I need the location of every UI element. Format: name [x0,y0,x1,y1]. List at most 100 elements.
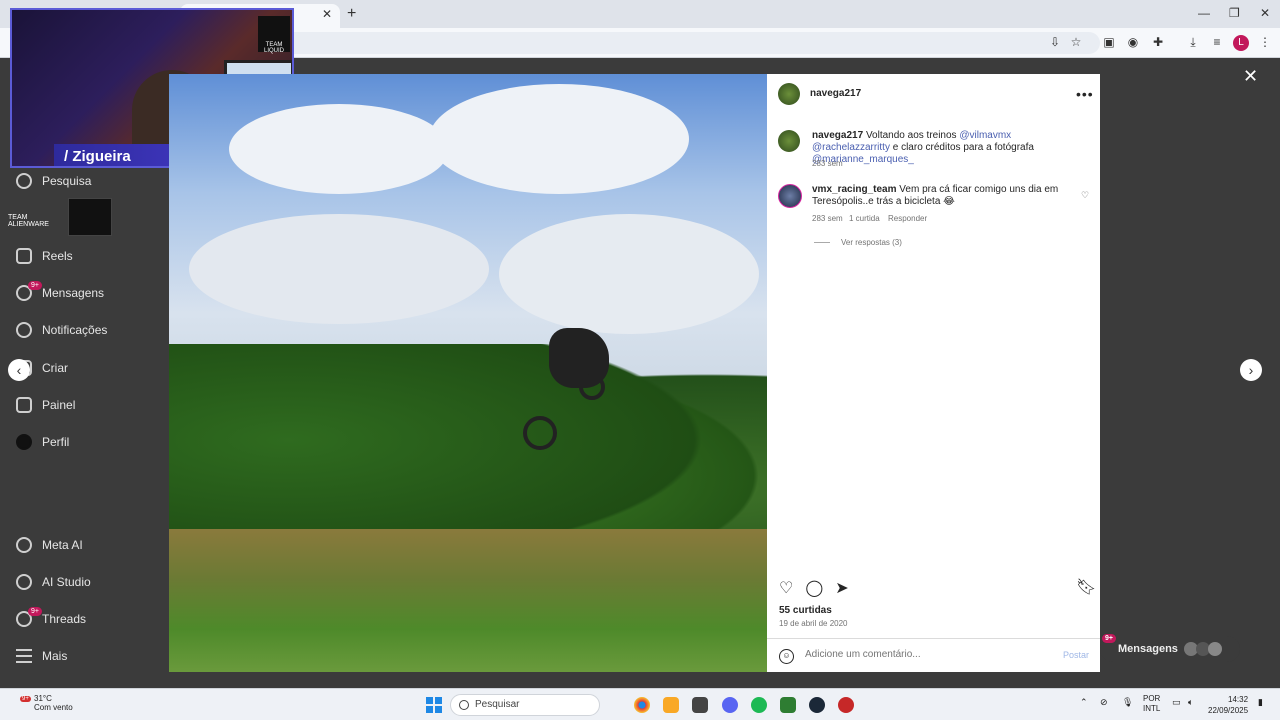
media-app-icon[interactable] [838,697,854,713]
mention-link[interactable]: @rachelazzarritty [812,142,890,153]
terminal-app-icon[interactable] [692,697,708,713]
tray-network-icon[interactable]: ⊘ [1100,697,1108,708]
likes-count[interactable]: 55 curtidas [779,605,832,616]
windows-start-icon[interactable] [426,697,442,713]
sidebar-item-label: Notificações [42,323,108,337]
spotify-app-icon[interactable] [751,697,767,713]
bike-front-wheel [523,416,557,450]
caption-username[interactable]: navega217 [812,130,863,141]
extension-icon[interactable]: ◉ [1125,34,1141,50]
lang-bottom: INTL [1143,704,1161,713]
bike-rear-wheel [579,374,605,400]
sidebar-item-meta-ai[interactable]: Meta AI [16,534,83,556]
sidebar-item-threads[interactable]: 9+ Threads [16,607,86,630]
chrome-app-icon[interactable] [634,697,650,713]
tray-chevron-icon[interactable]: ⌃ [1080,697,1088,708]
new-tab-icon[interactable]: + [347,5,356,23]
language-indicator[interactable]: POR INTL [1143,694,1160,714]
sidebar-item-label: Reels [42,249,73,263]
save-bookmark-icon[interactable]: 🔖︎ [1076,577,1096,597]
network-icon[interactable]: ▭ [1172,697,1181,708]
post-comment-button[interactable]: Postar [1063,650,1089,660]
sidebar-item-label: Meta AI [42,538,83,552]
sidebar-item-label: AI Studio [42,575,91,589]
messenger-icon: 9+ [16,281,42,301]
profile-avatar[interactable]: L [1233,35,1249,51]
author-username[interactable]: navega217 [810,88,861,99]
install-icon[interactable]: ⇩ [1047,34,1063,50]
xbox-app-icon[interactable] [780,697,796,713]
taskbar: 9+ 31°C Com vento Pesquisar ⌃ ⊘ 🎙︎ POR I… [0,688,1280,720]
search-icon [459,700,469,710]
comment-age: 283 sem [812,214,843,223]
notification-bell-icon[interactable]: ▮ [1258,697,1263,708]
cloud [499,214,759,334]
next-post-button[interactable]: › [1240,359,1262,381]
sidebar-item-label: Mais [42,649,68,663]
mention-link[interactable]: @vilmavmx [959,130,1011,141]
sidebar-item-notifications[interactable]: Notificações [16,319,107,341]
sidebar-item-ai-studio[interactable]: AI Studio [16,571,91,593]
ai-studio-icon [16,574,32,590]
contact-avatar [1207,642,1222,656]
search-icon [16,173,32,189]
notification-badge: 9+ [28,607,42,616]
sidebar-item-dashboard[interactable]: Painel [16,394,75,416]
tab-close-icon[interactable]: ✕ [322,7,332,21]
restore-icon[interactable]: ❐ [1229,6,1240,20]
sidebar-item-messages[interactable]: 9+ Mensagens [16,281,104,304]
hamburger-icon [16,649,32,663]
emoji-smiley-icon[interactable]: ☺ [779,649,794,664]
post-details-panel: navega217 ••• navega217 Voltando aos tre… [767,74,1100,672]
caption-avatar[interactable] [778,130,800,152]
steam-app-icon[interactable] [809,697,825,713]
file-explorer-icon[interactable] [663,697,679,713]
system-clock[interactable]: 14:32 22/09/2025 [1208,694,1248,716]
commenter-avatar[interactable] [778,184,802,208]
volume-icon[interactable]: 🔈︎ [1188,697,1193,708]
puzzle-icon[interactable]: ✚ [1150,34,1166,50]
more-options-icon[interactable]: ••• [1076,86,1094,102]
sidebar-item-label: Painel [42,398,76,412]
bookmark-star-icon[interactable]: ☆ [1068,34,1084,50]
taskbar-search[interactable]: Pesquisar [450,694,600,716]
caption-age: 283 sem [812,159,843,168]
post-date: 19 de abril de 2020 [779,619,848,628]
comment-body: vmx_racing_team Vem pra cá ficar comigo … [812,184,1062,208]
chart-icon [16,397,32,413]
like-heart-icon[interactable]: ♡ [779,578,793,598]
comment-likes[interactable]: 1 curtida [849,214,880,223]
messages-pill[interactable]: 9+ Mensagens [1100,634,1240,662]
sidebar-item-profile[interactable]: Perfil [16,431,69,453]
share-send-icon[interactable]: ➤ [835,578,848,598]
minimize-icon[interactable]: — [1198,6,1210,20]
mouse-cursor [819,325,824,337]
window-close-icon[interactable]: ✕ [1260,6,1270,20]
extension-g-icon[interactable]: ▣ [1101,34,1117,50]
sidebar-item-search[interactable]: Pesquisa [16,170,91,192]
sidebar-item-label: Criar [42,361,68,375]
comment-like-icon[interactable]: ♡ [1081,190,1089,201]
menu-kebab-icon[interactable]: ⋮ [1257,34,1273,50]
meta-ai-icon [16,537,32,553]
sidebar-item-more[interactable]: Mais [16,645,67,667]
close-modal-icon[interactable]: ✕ [1243,66,1258,87]
view-replies-link[interactable]: Ver respostas (3) [841,238,902,247]
reels-icon [16,248,32,264]
address-bar[interactable] [200,32,1100,54]
author-avatar[interactable] [778,83,800,105]
microphone-icon[interactable]: 🎙︎ [1122,697,1133,708]
weather-widget[interactable]: 9+ 31°C Com vento [12,694,73,712]
heart-icon [16,322,32,338]
comment-bubble-icon[interactable]: ◯ [805,578,823,598]
reading-list-icon[interactable]: ≡ [1209,34,1225,50]
discord-app-icon[interactable] [722,697,738,713]
previous-post-button[interactable]: ‹ [8,359,30,381]
comment-username[interactable]: vmx_racing_team [812,184,897,195]
messages-pill-label: Mensagens [1118,643,1178,655]
sidebar-item-reels[interactable]: Reels [16,245,73,267]
replies-divider [814,242,830,243]
download-icon[interactable]: ⤓ [1185,34,1201,50]
reply-link[interactable]: Responder [888,214,927,223]
comment-input[interactable] [805,649,1045,660]
